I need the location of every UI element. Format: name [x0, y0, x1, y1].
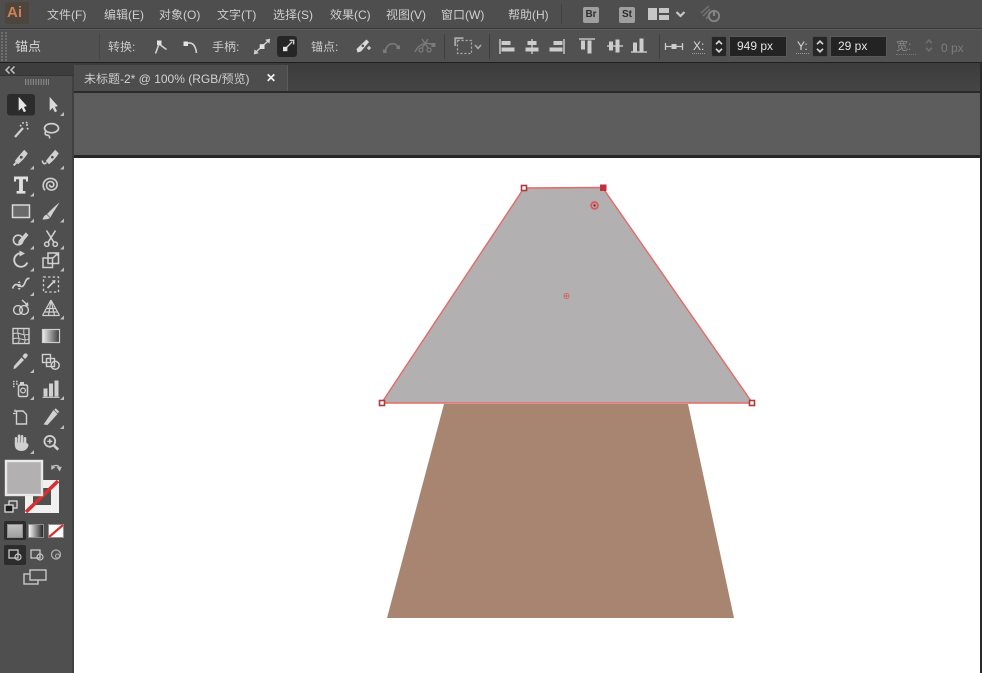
svg-text::: : — [908, 39, 911, 53]
svg-text:(V): (V) — [410, 8, 426, 22]
svg-text:(O): (O) — [183, 8, 200, 22]
svg-text:(F): (F) — [71, 8, 86, 22]
svg-text:-2* @ 100% (RGB/: -2* @ 100% (RGB/ — [120, 72, 222, 86]
svg-text:(W): (W) — [465, 8, 484, 22]
svg-text::: : — [335, 40, 338, 54]
svg-text:(T): (T) — [241, 8, 256, 22]
svg-text:(H): (H) — [532, 8, 549, 22]
svg-text::: : — [132, 40, 135, 54]
svg-text:(C): (C) — [354, 8, 371, 22]
svg-text:(S): (S) — [297, 8, 313, 22]
svg-text:): ) — [246, 72, 250, 86]
svg-text::: : — [236, 40, 239, 54]
svg-text:(E): (E) — [128, 8, 144, 22]
